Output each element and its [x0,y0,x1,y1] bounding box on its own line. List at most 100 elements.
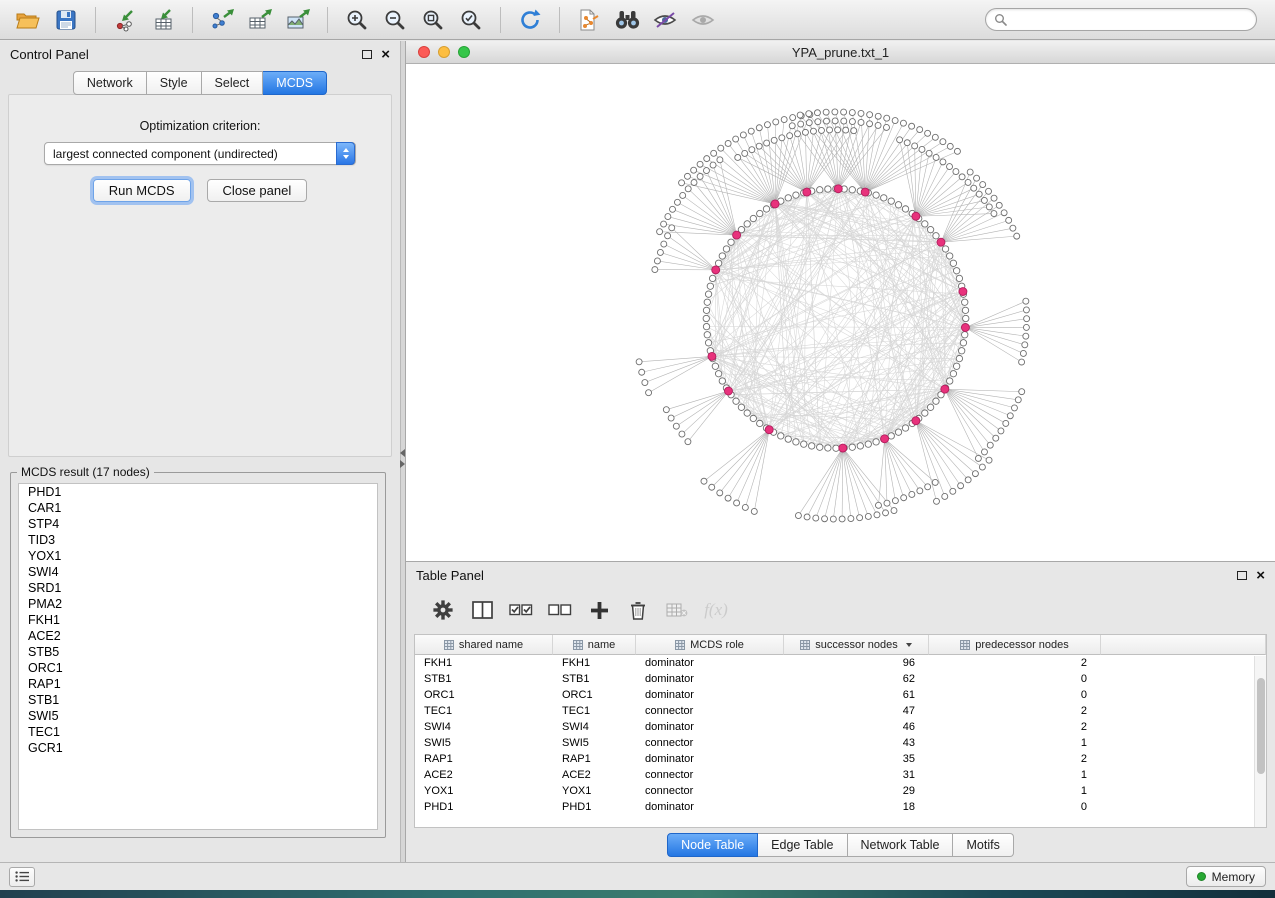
network-node[interactable] [705,340,711,346]
network-node[interactable] [875,113,881,119]
apply-layout-button[interactable] [512,4,548,36]
network-node[interactable] [933,498,939,504]
network-node[interactable] [764,122,770,128]
list-item[interactable]: PHD1 [19,484,377,500]
network-node[interactable] [825,445,831,451]
list-item[interactable]: STB1 [19,692,377,708]
network-node[interactable] [703,307,709,313]
network-node[interactable] [839,516,845,522]
network-node[interactable] [830,516,836,522]
show-details-button[interactable] [685,4,721,36]
mcds-hub-node[interactable] [912,417,920,425]
minimize-window-button[interactable] [438,46,450,58]
network-node[interactable] [717,490,723,496]
network-node[interactable] [1015,397,1021,403]
network-node[interactable] [912,143,918,149]
network-node[interactable] [787,133,793,139]
network-node[interactable] [701,478,707,484]
mcds-hub-node[interactable] [771,200,779,208]
network-node[interactable] [709,275,715,281]
network-window-titlebar[interactable]: YPA_prune.txt_1 [406,41,1275,64]
network-node[interactable] [940,139,946,145]
network-node[interactable] [734,500,740,506]
network-node[interactable] [917,488,923,494]
network-node[interactable] [1011,405,1017,411]
network-node[interactable] [657,249,663,255]
network-node[interactable] [809,443,815,449]
network-node[interactable] [904,140,910,146]
network-node[interactable] [815,119,821,125]
network-node[interactable] [709,484,715,490]
import-network-button[interactable] [107,4,143,36]
column-header-shared-name[interactable]: shared name [415,635,553,655]
mcds-hub-node[interactable] [961,324,969,332]
network-node[interactable] [798,121,804,127]
network-node[interactable] [1020,350,1026,356]
network-node[interactable] [857,515,863,521]
network-node[interactable] [718,145,724,151]
network-node[interactable] [1023,324,1029,330]
network-node[interactable] [642,380,648,386]
zoom-in-button[interactable] [339,4,375,36]
column-header-MCDS-role[interactable]: MCDS role [636,635,784,655]
network-node[interactable] [881,195,887,201]
network-node[interactable] [750,415,756,421]
network-node[interactable] [922,221,928,227]
network-node[interactable] [1001,210,1007,216]
network-node[interactable] [884,115,890,121]
network-node[interactable] [947,253,953,259]
mcds-hub-node[interactable] [937,238,945,246]
network-node[interactable] [874,512,880,518]
network-node[interactable] [822,516,828,522]
network-node[interactable] [998,428,1004,434]
network-node[interactable] [942,493,948,499]
mcds-hub-node[interactable] [959,288,967,296]
memory-button[interactable]: Memory [1186,866,1266,887]
network-node[interactable] [712,363,718,369]
select-all-columns-button[interactable] [506,595,536,625]
mcds-hub-node[interactable] [724,387,732,395]
show-panels-button[interactable] [9,867,35,887]
network-node[interactable] [757,210,763,216]
save-button[interactable] [48,4,84,36]
network-node[interactable] [919,146,925,152]
network-node[interactable] [884,500,890,506]
network-node[interactable] [771,137,777,143]
network-node[interactable] [733,136,739,142]
network-node[interactable] [888,433,894,439]
network-node[interactable] [958,483,964,489]
mcds-hub-node[interactable] [834,185,842,193]
tab-network-table[interactable]: Network Table [848,833,954,857]
zoom-window-button[interactable] [458,46,470,58]
table-row[interactable]: ORC1ORC1dominator610 [415,687,1266,703]
network-node[interactable] [1019,389,1025,395]
network-node[interactable] [986,457,992,463]
mcds-hub-node[interactable] [712,266,720,274]
network-node[interactable] [697,173,703,179]
network-node[interactable] [960,340,966,346]
network-node[interactable] [719,378,725,384]
network-node[interactable] [933,154,939,160]
network-node[interactable] [669,225,675,231]
network-node[interactable] [814,110,820,116]
network-node[interactable] [927,404,933,410]
network-node[interactable] [715,371,721,377]
network-node[interactable] [980,182,986,188]
network-node[interactable] [956,355,962,361]
network-node[interactable] [895,429,901,435]
network-node[interactable] [764,140,770,146]
table-row[interactable]: ACE2ACE2connector311 [415,767,1266,783]
list-item[interactable]: TID3 [19,532,377,548]
list-item[interactable]: ORC1 [19,660,377,676]
function-builder-button[interactable]: f(x) [701,595,731,625]
float-panel-icon[interactable] [362,50,372,59]
table-row[interactable]: SWI4SWI4dominator462 [415,719,1266,735]
tab-edge-table[interactable]: Edge Table [758,833,847,857]
tab-node-table[interactable]: Node Table [667,833,758,857]
import-table-button[interactable] [145,4,181,36]
network-node[interactable] [802,129,808,135]
network-node[interactable] [922,410,928,416]
network-node[interactable] [974,175,980,181]
network-node[interactable] [813,515,819,521]
network-node[interactable] [972,471,978,477]
